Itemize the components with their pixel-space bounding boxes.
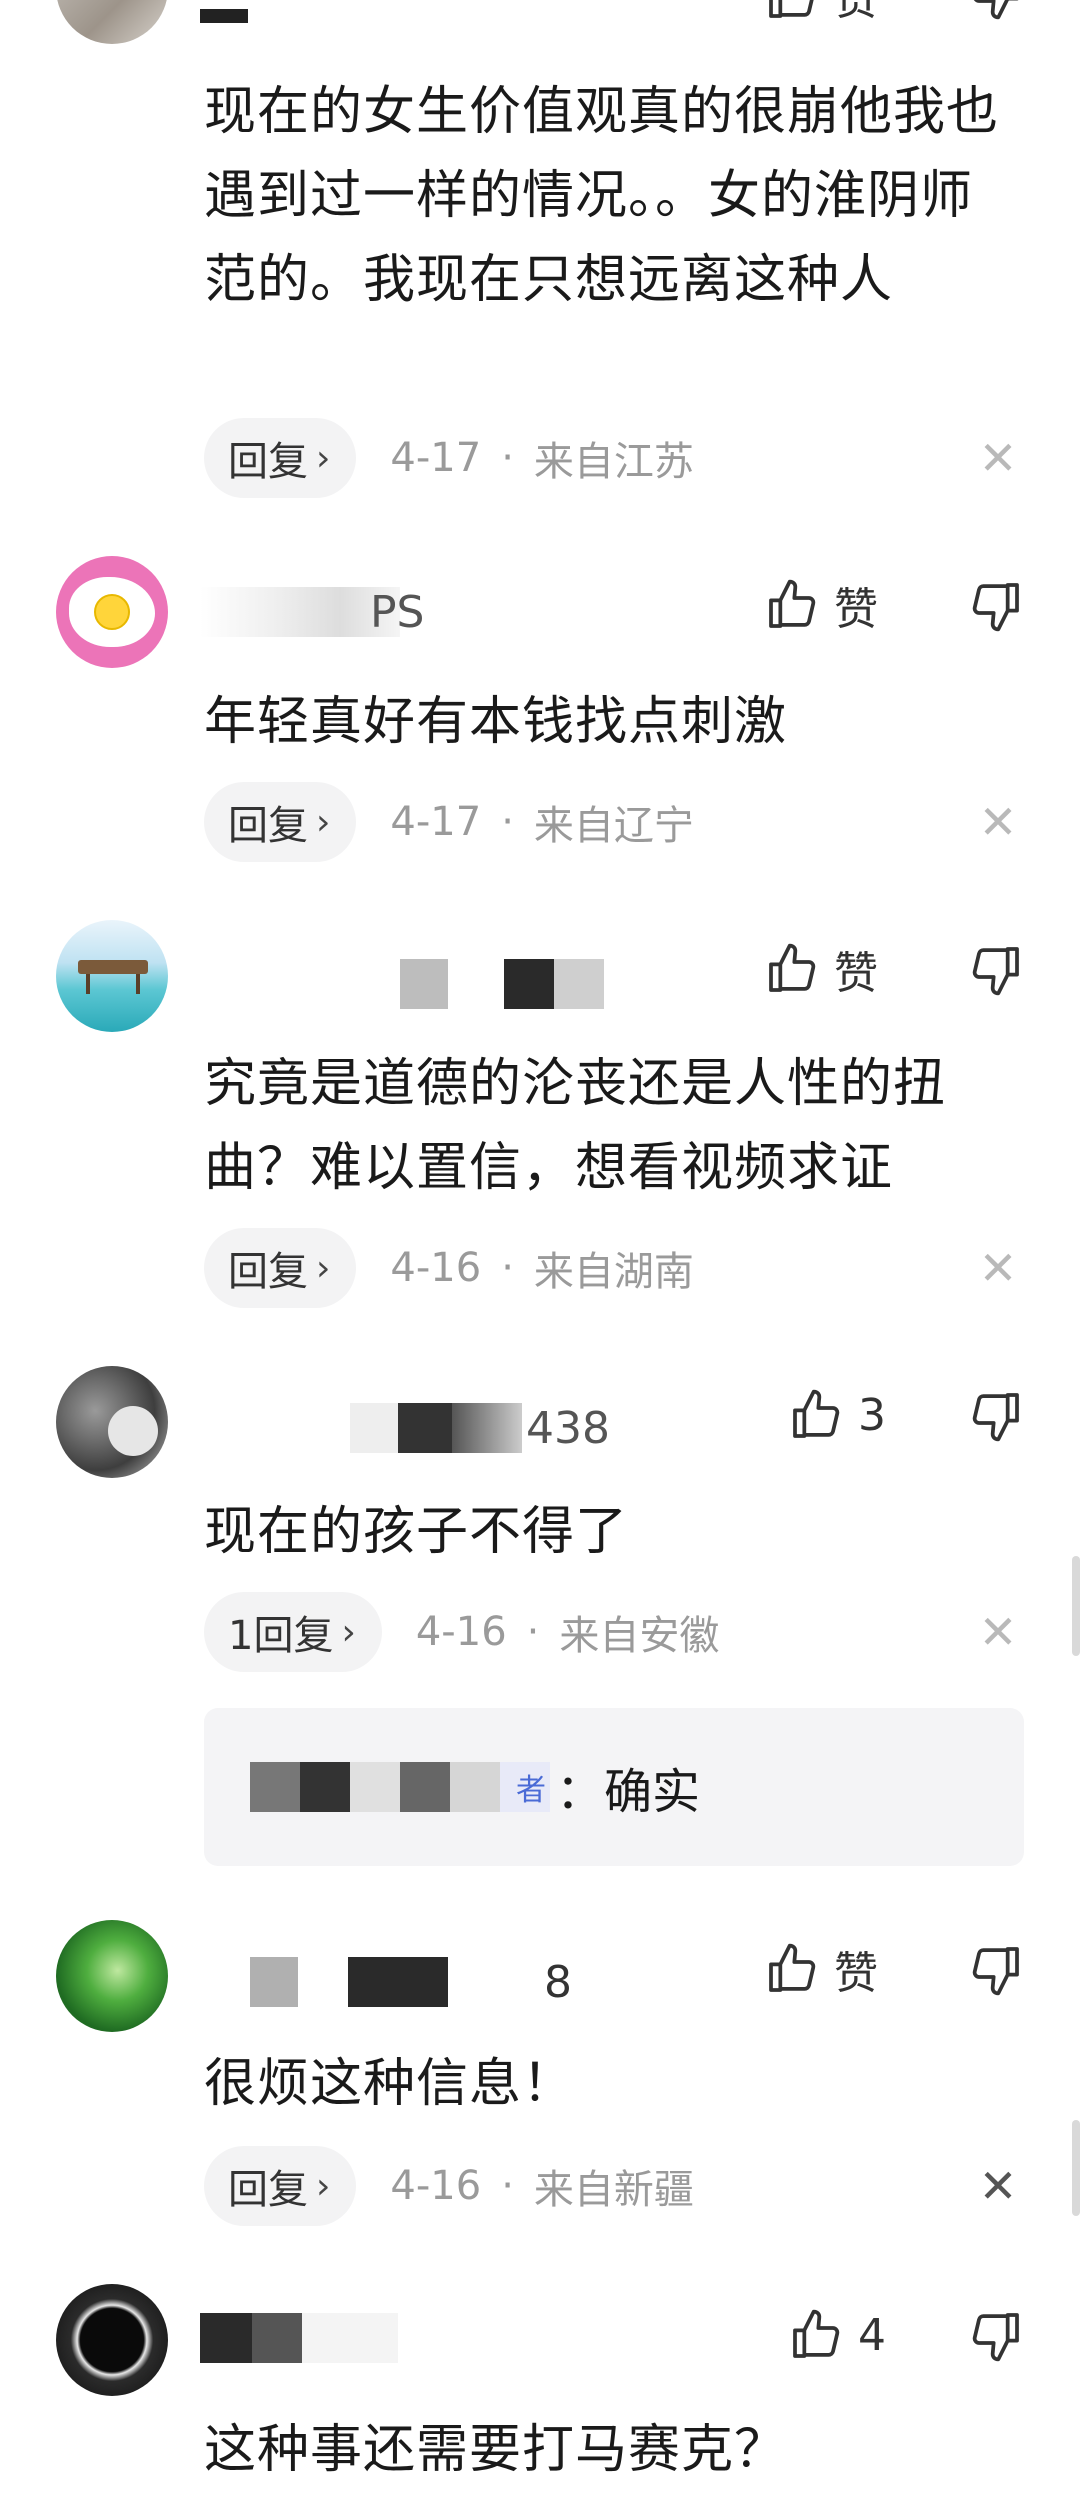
meta-separator: ·	[501, 2163, 514, 2209]
avatar[interactable]	[56, 556, 168, 668]
comment-date: 4-16	[415, 1609, 507, 1655]
sub-reply-text: ：确实	[556, 1764, 701, 1820]
comment-meta: 回复 › 4-17 · 来自辽宁	[204, 782, 694, 862]
reply-button[interactable]: 1回复 ›	[204, 1592, 382, 1672]
thumbs-up-icon	[769, 1943, 816, 1992]
close-icon[interactable]: ✕	[976, 2159, 1020, 2213]
close-icon[interactable]: ✕	[976, 1241, 1020, 1295]
thumbs-up-icon	[793, 2309, 840, 2358]
comment-date: 4-17	[390, 799, 482, 845]
comment-text: 很烦这种信息！	[204, 2054, 576, 2114]
meta-separator: ·	[501, 799, 514, 845]
meta-separator: ·	[526, 1609, 540, 1655]
username[interactable]	[200, 2310, 398, 2366]
comment-text: 现在的女生价值观真的很崩他我也遇到过一样的情况。。女的淮阴师范的。我现在只想远离…	[204, 82, 1000, 310]
comment-location: 来自安徽	[559, 1613, 720, 1659]
thumbs-down-icon[interactable]	[968, 1942, 1024, 1998]
like-label: 赞	[834, 1948, 878, 1999]
comment-meta: 回复 › 4-16 · 来自新疆	[204, 2146, 694, 2226]
thumbs-up-icon	[769, 943, 816, 992]
comment-location: 来自辽宁	[533, 803, 694, 849]
like-count: 3	[858, 1389, 886, 1441]
avatar[interactable]	[56, 1366, 168, 1478]
reply-button[interactable]: 回复 ›	[204, 2146, 357, 2226]
comment-meta: 回复 › 4-17 · 来自江苏	[204, 418, 694, 498]
thumbs-down-icon[interactable]	[968, 2308, 1024, 2364]
comment-date: 4-16	[390, 2163, 482, 2209]
username[interactable]	[200, 0, 248, 26]
username[interactable]: 8	[200, 1954, 572, 2010]
comment-date: 4-16	[390, 1245, 482, 1291]
like-label: 赞	[834, 0, 878, 27]
comment-location: 来自江苏	[533, 439, 694, 485]
sub-reply[interactable]: 者 ：确实	[204, 1708, 1024, 1866]
comment-text: 这种事还需要打马赛克？	[204, 2420, 788, 2480]
thumbs-up-icon	[769, 579, 816, 628]
comment-meta: 1回复 › 4-16 · 来自安徽	[204, 1592, 719, 1672]
reply-button[interactable]: 回复 ›	[204, 418, 357, 498]
reply-label: 回复	[228, 1249, 308, 1295]
comment-date: 4-17	[390, 435, 482, 481]
like-button[interactable]: 赞	[764, 1934, 878, 2004]
egg-icon	[69, 577, 155, 647]
username[interactable]: PS	[200, 584, 424, 640]
avatar[interactable]	[56, 920, 168, 1032]
like-button[interactable]: 赞	[764, 0, 878, 30]
reply-button[interactable]: 回复 ›	[204, 782, 357, 862]
thumbs-down-icon[interactable]	[968, 942, 1024, 998]
like-label: 赞	[834, 948, 878, 999]
like-count: 4	[858, 2309, 886, 2361]
like-button[interactable]: 3	[788, 1380, 886, 1450]
chevron-right-icon: ›	[316, 801, 331, 843]
avatar[interactable]	[56, 0, 168, 44]
comment-location: 来自湖南	[533, 1249, 694, 1295]
like-button[interactable]: 赞	[764, 934, 878, 1004]
chevron-right-icon: ›	[316, 2165, 331, 2207]
meta-separator: ·	[501, 435, 514, 481]
avatar[interactable]	[56, 1920, 168, 2032]
username-text: 438	[526, 1402, 610, 1454]
sub-reply-author[interactable]: 者	[516, 1765, 546, 1809]
like-label: 赞	[834, 584, 878, 635]
reply-label: 回复	[228, 803, 308, 849]
comment-text: 现在的孩子不得了	[204, 1502, 629, 1562]
avatar[interactable]	[56, 2284, 168, 2396]
username-text: PS	[370, 586, 425, 638]
close-icon[interactable]: ✕	[976, 1605, 1020, 1659]
like-button[interactable]: 4	[788, 2300, 886, 2370]
like-button[interactable]: 赞	[764, 570, 878, 640]
comment-text: 究竟是道德的沦丧还是人性的扭曲？难以置信，想看视频求证	[204, 1054, 947, 1198]
comment-location: 来自新疆	[533, 2167, 694, 2213]
scrollbar-thumb[interactable]	[1072, 2120, 1080, 2216]
thumbs-down-icon[interactable]	[968, 0, 1024, 22]
thumbs-up-icon	[769, 0, 814, 18]
comment-meta: 回复 › 4-16 · 来自湖南	[204, 1228, 694, 1308]
username[interactable]: 438	[200, 1400, 610, 1456]
chevron-right-icon: ›	[316, 1247, 331, 1289]
thumbs-up-icon	[793, 1389, 840, 1438]
comment-text: 年轻真好有本钱找点刺激	[204, 692, 788, 752]
reply-button[interactable]: 回复 ›	[204, 1228, 357, 1308]
chevron-right-icon: ›	[316, 437, 331, 479]
username[interactable]	[200, 956, 604, 1012]
thumbs-down-icon[interactable]	[968, 578, 1024, 634]
meta-separator: ·	[501, 1245, 514, 1291]
reply-label: 回复	[228, 439, 308, 485]
close-icon[interactable]: ✕	[976, 431, 1020, 485]
username-text: 8	[544, 1956, 572, 2008]
reply-label: 回复	[228, 2167, 308, 2213]
thumbs-down-icon[interactable]	[968, 1388, 1024, 1444]
reply-label: 1回复	[228, 1613, 334, 1659]
chevron-right-icon: ›	[341, 1611, 356, 1653]
scrollbar-thumb[interactable]	[1072, 1556, 1080, 1656]
close-icon[interactable]: ✕	[976, 795, 1020, 849]
